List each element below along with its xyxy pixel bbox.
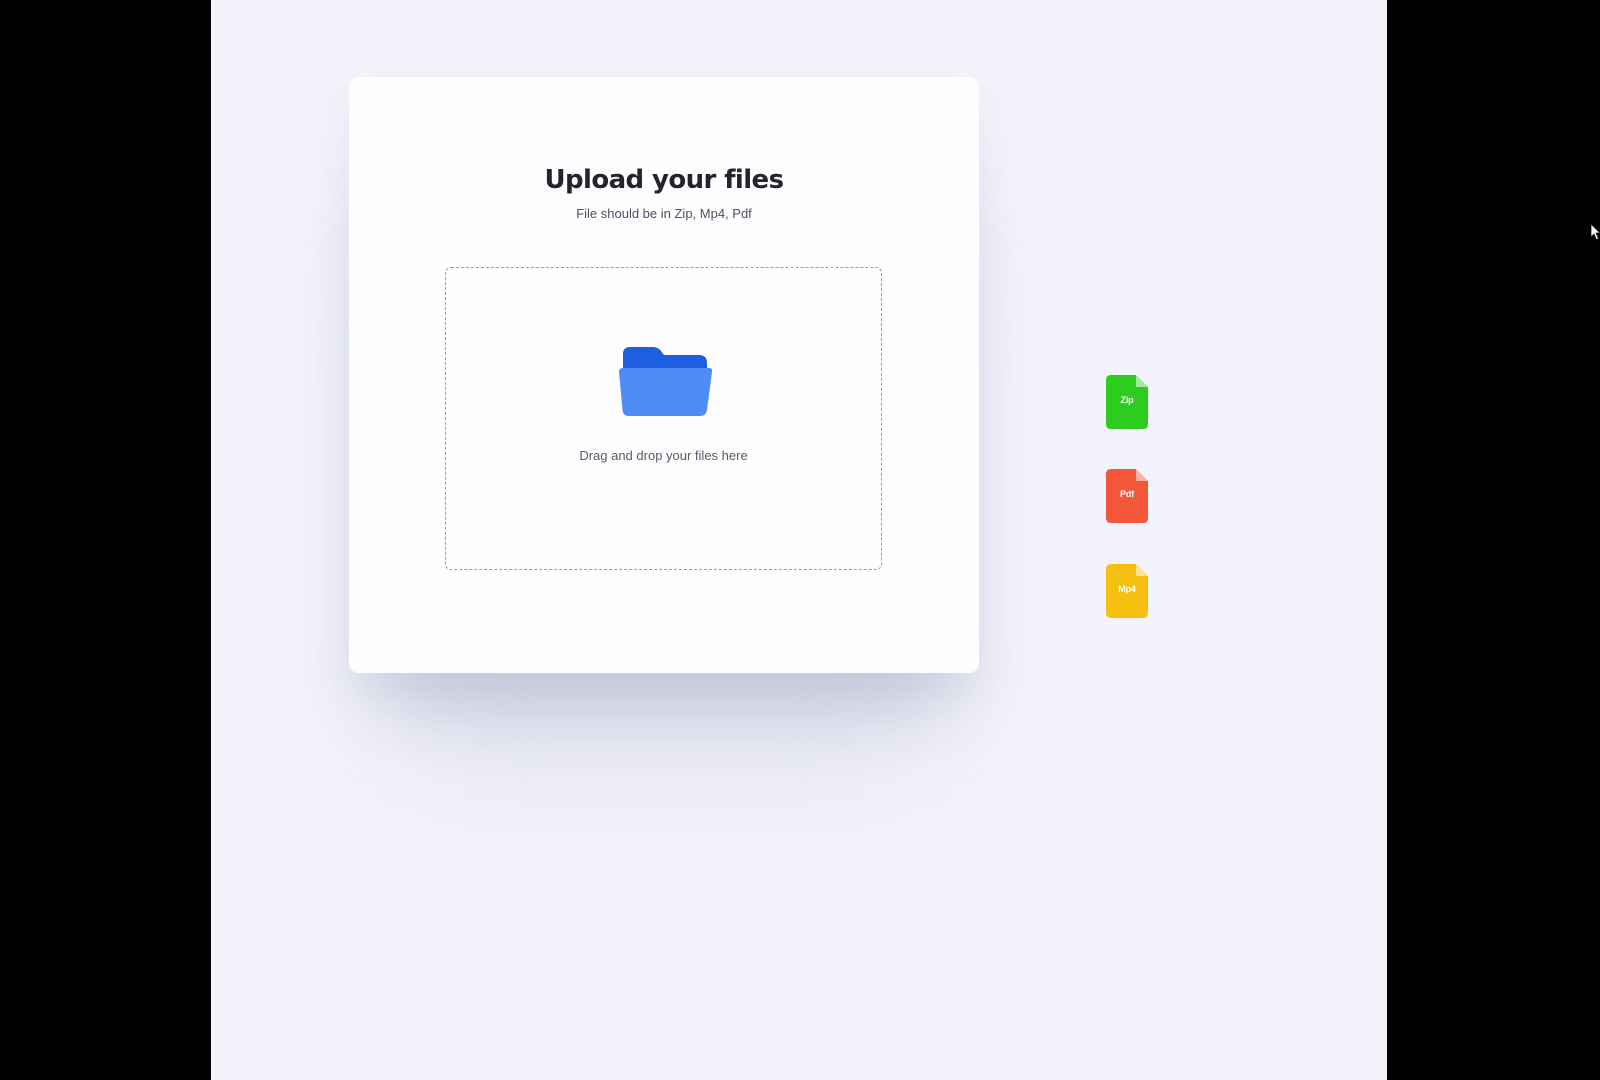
pdf-file-icon[interactable]: Pdf — [1106, 469, 1148, 523]
page-title: Upload your files — [544, 165, 785, 195]
upload-card: Upload your files File should be in Zip,… — [349, 77, 979, 673]
mp4-file-label: Mp4 — [1118, 584, 1136, 594]
dropzone-text: Drag and drop your files here — [579, 448, 748, 463]
page-canvas: Upload your files File should be in Zip,… — [211, 0, 1387, 1080]
page-subtitle: File should be in Zip, Mp4, Pdf — [576, 206, 752, 221]
pdf-file-label: Pdf — [1120, 489, 1134, 499]
folder-icon — [619, 344, 713, 416]
zip-file-icon[interactable]: Zip — [1106, 375, 1148, 429]
file-dropzone[interactable]: Drag and drop your files here — [445, 267, 882, 570]
mp4-file-icon[interactable]: Mp4 — [1106, 564, 1148, 618]
zip-file-label: Zip — [1120, 395, 1134, 405]
mouse-cursor-icon — [1590, 223, 1600, 241]
